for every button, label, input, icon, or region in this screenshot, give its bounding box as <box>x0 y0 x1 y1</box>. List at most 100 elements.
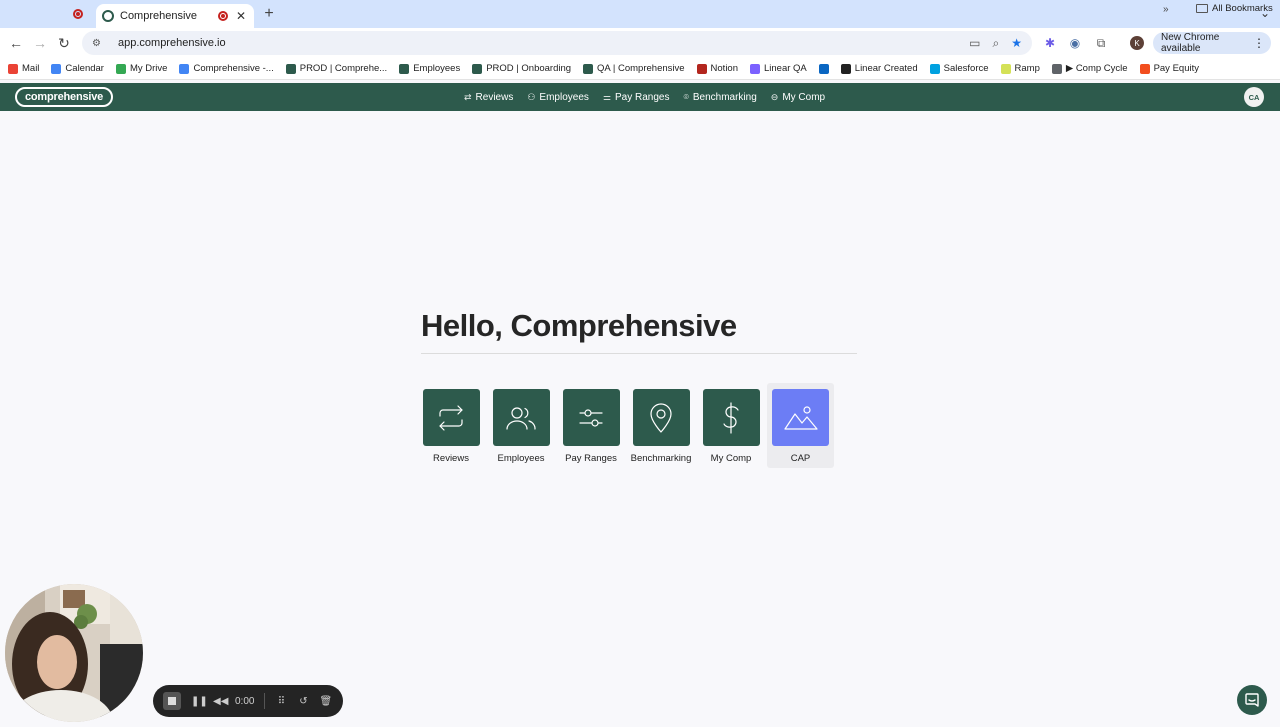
browser-tab-active[interactable]: Comprehensive ✕ <box>96 4 254 28</box>
tile-benchmarking[interactable]: Benchmarking <box>631 383 691 468</box>
bookmark-item[interactable]: PROD | Comprehe... <box>285 63 387 74</box>
cap-tile-box <box>772 389 829 446</box>
kebab-menu-icon[interactable]: ⋮ <box>1253 36 1265 50</box>
nav-icon: ⚇ <box>527 91 536 102</box>
webcam-preview[interactable] <box>5 584 143 722</box>
bookmark-item[interactable]: Pay Equity <box>1139 63 1199 74</box>
app-tiles: Reviews Employees Pay Ranges Benchmarkin… <box>421 383 838 468</box>
forward-arrow-icon[interactable]: → <box>32 35 48 51</box>
nav-link-my-comp[interactable]: ⊖ My Comp <box>771 92 825 103</box>
url-text: app.comprehensive.io <box>118 37 226 49</box>
tile-reviews[interactable]: Reviews <box>421 383 481 468</box>
nav-icon: ⇄ <box>464 91 472 102</box>
rewind-icon[interactable]: ◀◀ <box>213 696 228 707</box>
browser-toolbar: ← → ↻ ⚙ app.comprehensive.io ▭ ⌕ ★ ✱ ◉ ⧉… <box>0 28 1280 58</box>
browser-tab-recording[interactable] <box>64 4 92 24</box>
bookmark-item[interactable]: Salesforce <box>929 63 989 74</box>
benchmarking-tile-box <box>632 389 690 446</box>
nav-link-employees[interactable]: ⚇ Employees <box>527 92 589 103</box>
bookmark-favicon-icon <box>51 63 62 74</box>
bookmark-favicon-icon <box>696 63 707 74</box>
bookmark-favicon-icon <box>818 63 829 74</box>
pause-icon[interactable]: ❚❚ <box>191 696 208 707</box>
bookmark-item[interactable]: My Drive <box>115 63 167 74</box>
restart-icon[interactable]: ↺ <box>297 696 309 707</box>
trash-icon[interactable]: 🗑 <box>319 696 332 707</box>
reload-icon[interactable]: ↻ <box>56 35 72 51</box>
new-chrome-label: New Chrome available <box>1161 32 1220 54</box>
nav-link-label: My Comp <box>782 91 826 103</box>
bookmark-favicon-icon <box>840 63 851 74</box>
bookmark-label: Salesforce <box>943 63 989 74</box>
bookmark-label: Employees <box>413 63 461 74</box>
zoom-icon[interactable]: ⌕ <box>993 36 1000 51</box>
stop-recording-button[interactable] <box>163 692 181 710</box>
tile-label: CAP <box>790 453 811 464</box>
nav-link-benchmarking[interactable]: ⌾ Benchmarking <box>683 92 756 103</box>
back-arrow-icon[interactable]: ← <box>8 35 24 51</box>
bookmark-item[interactable] <box>818 63 829 74</box>
reviews-icon <box>439 404 463 431</box>
bookmark-item[interactable]: Linear Created <box>840 63 918 74</box>
nav-link-label: Pay Ranges <box>614 91 670 103</box>
bookmark-favicon-icon <box>115 63 126 74</box>
chat-launcher-button[interactable] <box>1237 685 1267 715</box>
password-manager-icon[interactable]: ◉ <box>1068 36 1082 50</box>
tile-pay-ranges[interactable]: Pay Ranges <box>561 383 621 468</box>
bookmark-item[interactable]: Notion <box>696 63 738 74</box>
bookmark-star-icon[interactable]: ★ <box>1011 36 1022 50</box>
bookmark-item[interactable]: Ramp <box>1000 63 1040 74</box>
recording-icon <box>218 11 228 21</box>
more-bookmarks-icon[interactable]: » <box>1163 4 1169 15</box>
nav-link-pay-ranges[interactable]: ⚌ Pay Ranges <box>603 92 670 103</box>
user-avatar[interactable]: CA <box>1244 87 1264 107</box>
site-settings-icon[interactable]: ⚙ <box>92 38 104 49</box>
bookmark-item[interactable]: Linear QA <box>750 63 807 74</box>
bookmark-label: Linear Created <box>854 63 918 74</box>
bookmarks-bar: Mail Calendar My Drive Comprehensive -... PR… <box>0 58 1280 80</box>
controls-divider <box>264 693 266 709</box>
pay-ranges-tile-box <box>562 389 620 446</box>
tile-label: My Comp <box>710 453 752 464</box>
tile-my-comp[interactable]: My Comp <box>701 383 761 468</box>
comprehensive-logo[interactable]: comprehensive <box>15 87 114 107</box>
bookmark-item[interactable]: Calendar <box>51 63 104 74</box>
my-comp-tile-box <box>702 389 760 446</box>
all-bookmarks-button[interactable]: All Bookmarks <box>1196 3 1273 14</box>
nav-icon: ⊖ <box>770 91 779 102</box>
nav-icon: ⚌ <box>602 91 611 102</box>
new-chrome-available-button[interactable]: New Chrome available ⋮ <box>1153 32 1271 54</box>
nav-link-label: Reviews <box>475 91 514 103</box>
close-tab-icon[interactable]: ✕ <box>234 9 248 23</box>
nav-link-label: Benchmarking <box>692 91 757 103</box>
nav-link-reviews[interactable]: ⇄ Reviews <box>464 92 513 103</box>
bookmark-favicon-icon <box>929 63 940 74</box>
extension-gear-icon[interactable]: ✱ <box>1043 36 1057 50</box>
employees-tile-box <box>492 389 550 446</box>
tile-cap[interactable]: CAP <box>767 383 834 468</box>
bookmark-label: Calendar <box>65 63 104 74</box>
bookmark-item[interactable]: Mail <box>8 63 39 74</box>
bookmark-item[interactable]: PROD | Onboarding <box>472 63 571 74</box>
app-header: comprehensive ⇄ Reviews ⚇ Employees ⚌ Pay Ran… <box>0 83 1280 111</box>
chat-icon <box>1245 693 1259 707</box>
profile-avatar[interactable]: K <box>1130 36 1144 50</box>
drag-handle-icon[interactable]: ⠿ <box>275 696 287 707</box>
bookmark-favicon-icon <box>1051 63 1062 74</box>
address-bar[interactable]: ⚙ app.comprehensive.io ▭ ⌕ ★ <box>82 31 1032 55</box>
bookmark-favicon-icon <box>472 63 483 74</box>
bookmark-label: Mail <box>22 63 40 74</box>
camera-icon[interactable]: ▭ <box>969 36 980 50</box>
bookmark-item[interactable]: Employees <box>399 63 460 74</box>
bookmark-label: Linear QA <box>764 63 807 74</box>
bookmark-item[interactable]: Comprehensive -... <box>179 63 274 74</box>
app-nav-links: ⇄ Reviews ⚇ Employees ⚌ Pay Ranges ⌾ Benchmarki… <box>464 83 825 111</box>
new-tab-icon[interactable]: + <box>260 5 278 23</box>
bookmark-item[interactable]: ▶ Comp Cycle <box>1051 63 1128 74</box>
folder-icon <box>1196 4 1208 13</box>
bookmark-item[interactable]: QA | Comprehensive <box>583 63 685 74</box>
bookmark-favicon-icon <box>750 63 760 74</box>
bookmark-favicon-icon <box>179 63 190 74</box>
extensions-puzzle-icon[interactable]: ⧉ <box>1094 36 1108 51</box>
tile-employees[interactable]: Employees <box>491 383 551 468</box>
